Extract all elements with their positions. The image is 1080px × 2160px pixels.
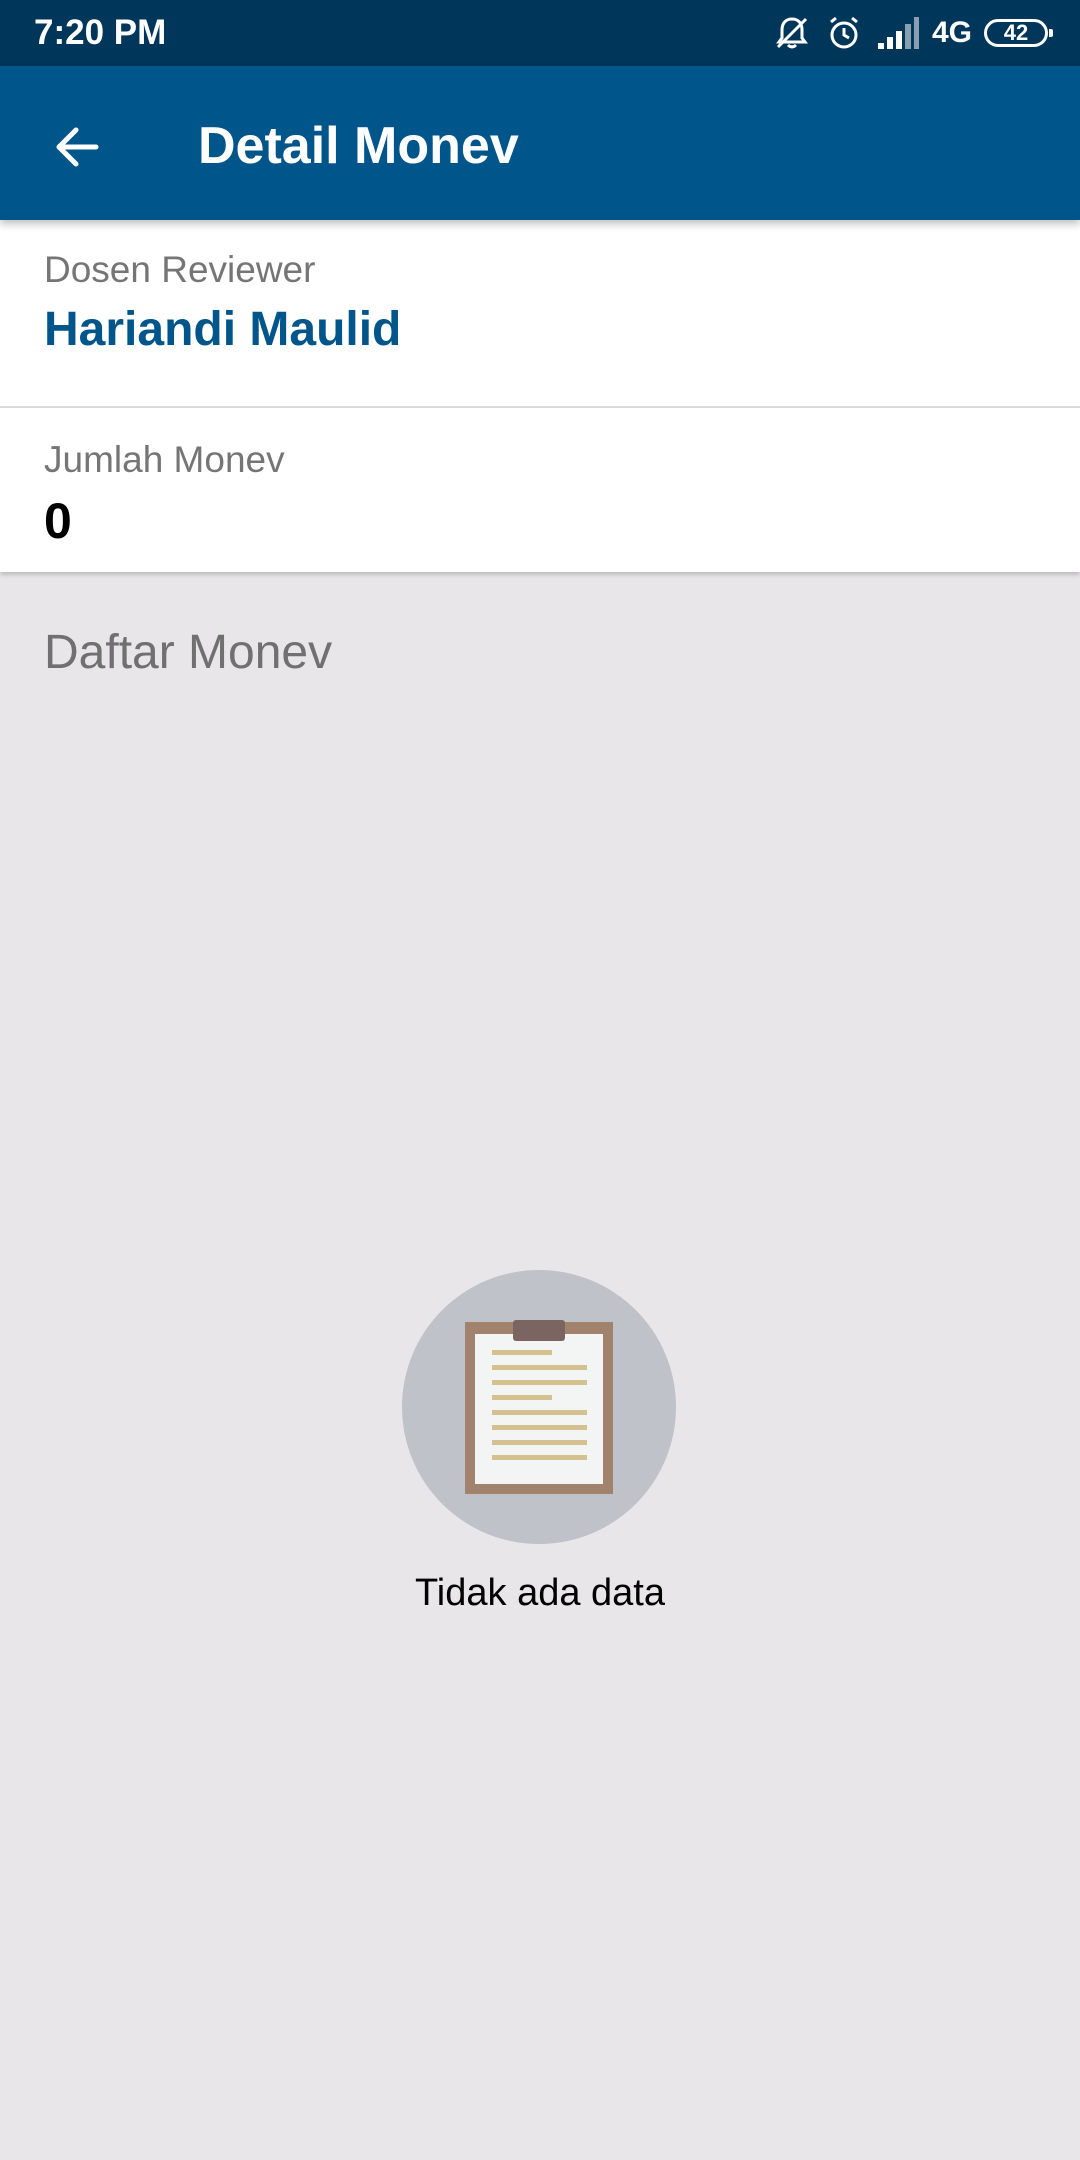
empty-state-circle [402, 1270, 676, 1544]
clipboard-icon [465, 1320, 613, 1494]
app-bar: Detail Monev [0, 66, 1080, 220]
status-time: 7:20 PM [34, 13, 167, 52]
status-bar: 7:20 PM 4G 42 [0, 0, 1080, 66]
empty-state-text: Tidak ada data [415, 1572, 665, 1614]
reviewer-label: Dosen Reviewer [44, 249, 316, 290]
jumlah-value: 0 [44, 493, 72, 549]
reviewer-card: Dosen Reviewer Hariandi Maulid [0, 220, 1080, 406]
network-type: 4G [931, 16, 972, 49]
battery-icon: 42 [984, 19, 1053, 47]
status-icons: 4G 42 [772, 10, 1053, 56]
jumlah-card: Jumlah Monev 0 [0, 408, 1080, 572]
back-arrow-icon [56, 127, 99, 167]
muted-bell-icon [772, 13, 812, 53]
signal-icon [876, 15, 920, 51]
jumlah-label: Jumlah Monev [44, 439, 285, 480]
reviewer-name: Hariandi Maulid [44, 303, 402, 356]
back-button[interactable] [32, 102, 122, 192]
section-title: Daftar Monev [44, 626, 333, 679]
page-title: Detail Monev [198, 117, 519, 175]
alarm-icon [824, 13, 864, 53]
empty-state: Tidak ada data [0, 1270, 1080, 1650]
